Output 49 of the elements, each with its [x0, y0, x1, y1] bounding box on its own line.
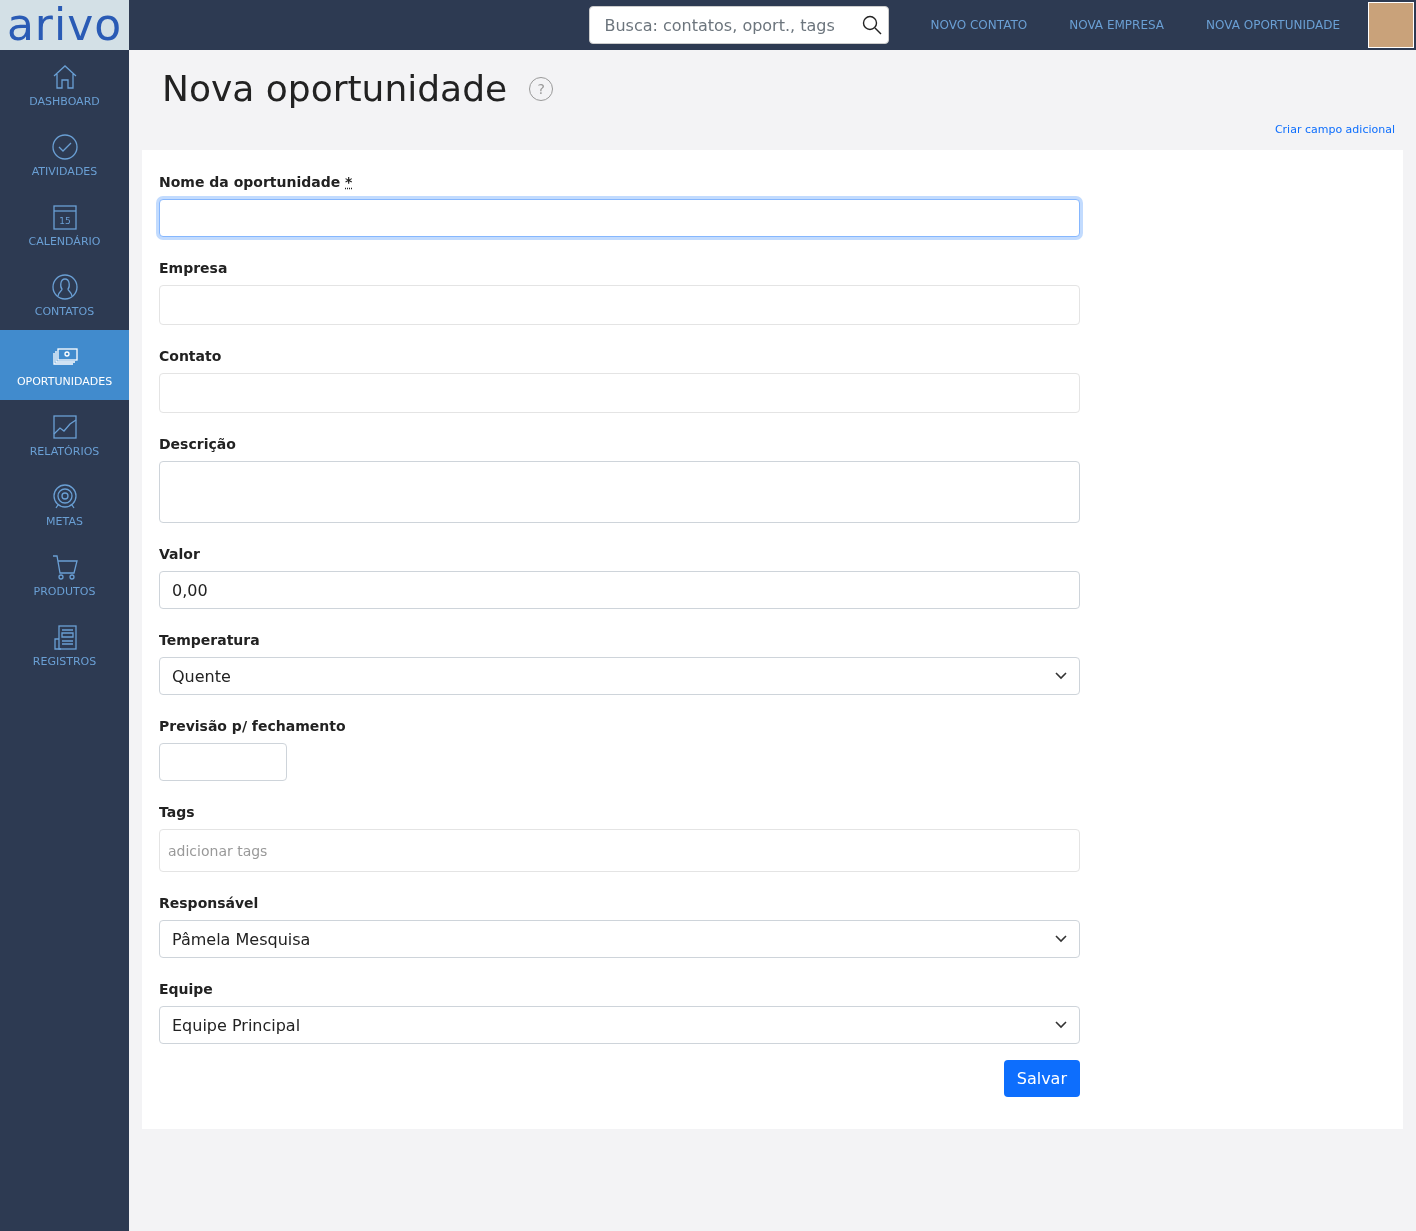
page-title: Nova oportunidade [162, 68, 508, 109]
field-label: Valor [159, 546, 201, 562]
lookup-input-field[interactable] [159, 285, 1080, 325]
sidebar-item[interactable]: 15 CALENDÁRIO [0, 190, 129, 260]
line-chart-icon [50, 412, 79, 441]
field-label: Equipe [159, 981, 214, 997]
sidebar-item[interactable]: RELATÓRIOS [0, 400, 129, 470]
field-label: Tags [159, 804, 196, 820]
select-field[interactable]: Quente [159, 657, 1080, 695]
person-circle-icon [50, 272, 79, 301]
chevron-down-icon [1055, 935, 1067, 943]
field-label: Contato [159, 348, 223, 364]
textarea-field[interactable] [159, 461, 1080, 523]
chevron-down-icon [1055, 672, 1067, 680]
field-label: Nome da oportunidade * [159, 174, 354, 190]
calendar-icon: 15 [50, 202, 79, 231]
top-nav-link[interactable]: NOVA EMPRESA [1069, 18, 1165, 32]
sidebar-item[interactable]: REGISTROS [0, 610, 129, 680]
sidebar-item[interactable]: METAS [0, 470, 129, 540]
top-nav-link[interactable]: NOVA OPORTUNIDADE [1206, 18, 1340, 32]
field-label: Previsão p/ fechamento [159, 718, 347, 734]
field-label: Responsável [159, 895, 260, 911]
text-input-field[interactable]: 0,00 [159, 571, 1080, 609]
create-field-link[interactable]: Criar campo adicional [1274, 123, 1395, 136]
field-label: Descrição [159, 436, 237, 452]
search-icon [862, 15, 883, 35]
top-nav-link[interactable]: NOVO CONTATO [930, 18, 1028, 32]
required-mark: * [345, 174, 353, 190]
select-field[interactable]: Pâmela Mesquisa [159, 920, 1080, 958]
chevron-down-icon [1055, 1021, 1067, 1029]
save-button[interactable]: Salvar [1003, 1060, 1080, 1097]
text-input-field[interactable] [159, 199, 1080, 237]
sidebar-item[interactable]: PRODUTOS [0, 540, 129, 610]
sidebar-item[interactable]: DASHBOARD [0, 50, 129, 120]
field-label: Temperatura [159, 632, 261, 648]
search-field[interactable]: Busca: contatos, oport., tags [589, 6, 890, 44]
sidebar-item[interactable]: ATIVIDADES [0, 120, 129, 190]
check-circle-icon [50, 132, 79, 161]
target-icon [50, 482, 79, 511]
cart-icon [50, 552, 79, 581]
date-input-field[interactable] [159, 743, 287, 781]
sidebar-item[interactable]: CONTATOS [0, 260, 129, 330]
select-field[interactable]: Equipe Principal [159, 1006, 1080, 1044]
sidebar-item[interactable]: OPORTUNIDADES [0, 330, 129, 400]
lookup-input-field[interactable] [159, 373, 1080, 413]
avatar-photo-placeholder[interactable] [1368, 2, 1414, 48]
tags-input-field[interactable]: adicionar tags [159, 829, 1080, 872]
field-label: Empresa [159, 260, 229, 276]
logo[interactable]: arivo [0, 0, 129, 50]
